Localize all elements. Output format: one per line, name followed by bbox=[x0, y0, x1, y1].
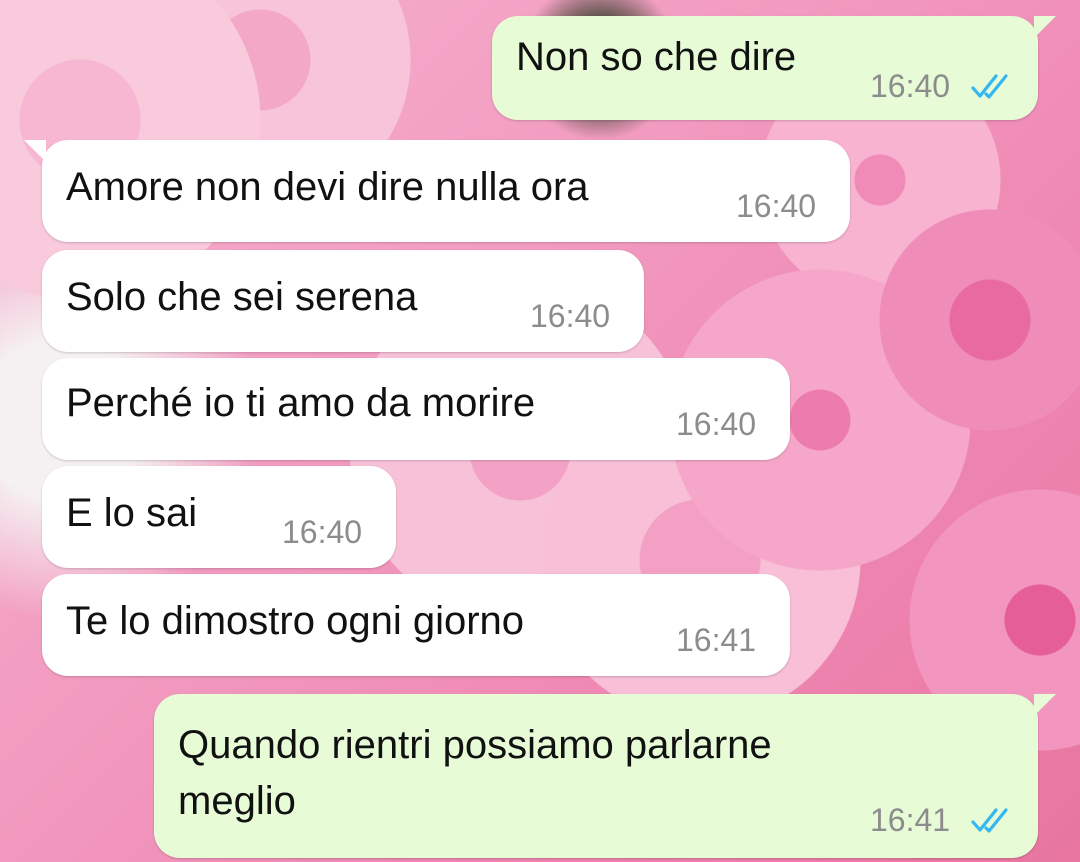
message-bubble-incoming[interactable]: Solo che sei serena 16:40 bbox=[42, 250, 644, 352]
bubble-tail bbox=[1034, 694, 1056, 716]
message-text: Amore non devi dire nulla ora bbox=[66, 165, 589, 209]
message-bubble-outgoing[interactable]: Non so che dire 16:40 bbox=[492, 16, 1056, 120]
message-time: 16:41 bbox=[870, 802, 951, 838]
message-bubble-outgoing[interactable]: Quando rientri possiamo parlarne meglio … bbox=[154, 694, 1056, 858]
double-check-icon bbox=[971, 74, 1008, 99]
message-text: E lo sai bbox=[66, 491, 198, 535]
double-check-icon bbox=[971, 808, 1008, 833]
message-bubble-incoming[interactable]: E lo sai 16:40 bbox=[42, 466, 396, 568]
message-text: Non so che dire bbox=[516, 35, 797, 79]
message-time: 16:40 bbox=[530, 298, 611, 334]
message-time: 16:41 bbox=[676, 622, 757, 658]
message-text-line: Quando rientri possiamo parlarne bbox=[178, 723, 772, 767]
message-time: 16:40 bbox=[282, 514, 363, 550]
message-time: 16:40 bbox=[676, 406, 757, 442]
bubble-tail bbox=[1034, 16, 1056, 38]
message-bubble-incoming[interactable]: Te lo dimostro ogni giorno 16:41 bbox=[42, 574, 790, 676]
message-bubble-incoming[interactable]: Amore non devi dire nulla ora 16:40 bbox=[24, 140, 850, 242]
message-text: Solo che sei serena bbox=[66, 275, 418, 319]
message-text-line: meglio bbox=[178, 779, 296, 823]
message-bubble-incoming[interactable]: Perché io ti amo da morire 16:40 bbox=[42, 358, 790, 460]
message-time: 16:40 bbox=[736, 188, 817, 224]
message-time: 16:40 bbox=[870, 68, 951, 104]
bubble-tail bbox=[24, 140, 46, 162]
message-text: Te lo dimostro ogni giorno bbox=[66, 599, 525, 643]
message-text: Perché io ti amo da morire bbox=[66, 381, 536, 425]
